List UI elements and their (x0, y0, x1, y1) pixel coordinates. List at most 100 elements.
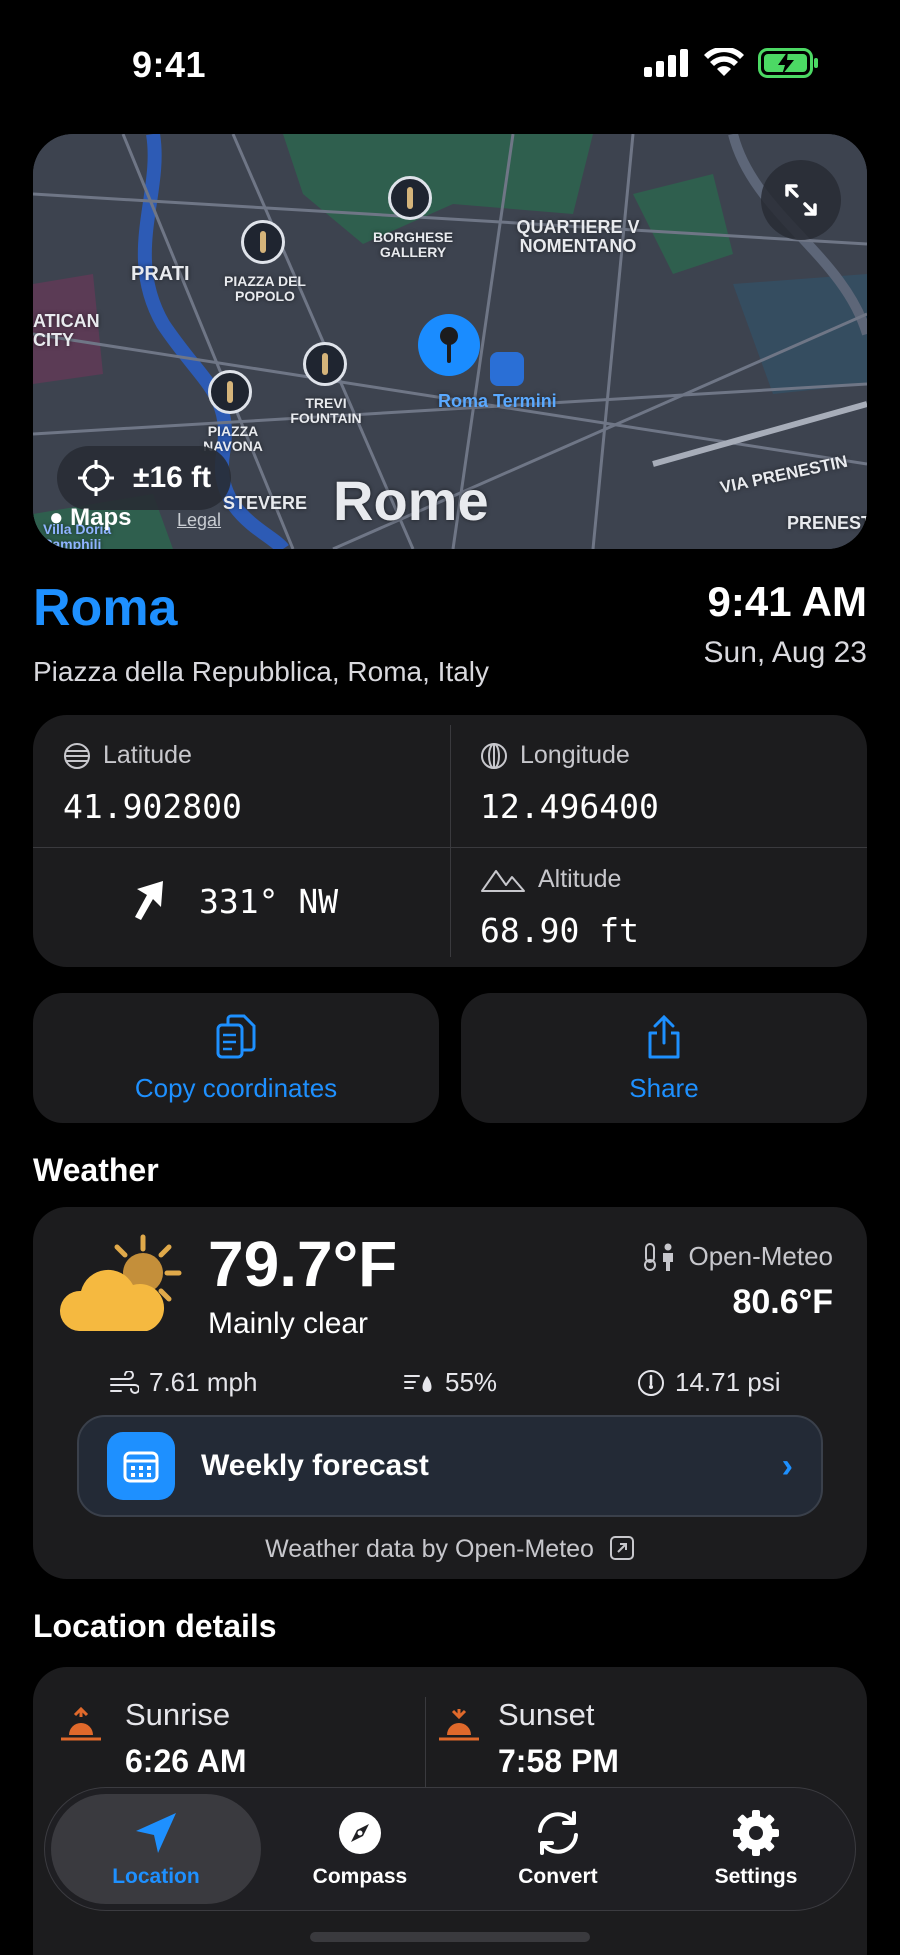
weekly-forecast-button[interactable]: Weekly forecast › (77, 1415, 823, 1517)
map-label-trevi: TREVI FOUNTAIN (290, 395, 362, 426)
map-poi-piazza-del-popolo[interactable] (241, 220, 285, 264)
sunset-label: Sunset (498, 1697, 595, 1732)
map-poi-navona[interactable] (208, 370, 252, 414)
longitude-icon (481, 742, 507, 769)
weather-provider-name: Open-Meteo (688, 1241, 833, 1271)
map-label-prati: PRATI (131, 263, 190, 285)
battery-charging-icon (758, 48, 818, 78)
tab-compass-label: Compass (312, 1865, 408, 1888)
wind-metric: 7.61 mph (109, 1367, 257, 1398)
map-legal-link[interactable]: Legal (177, 510, 221, 531)
longitude-label: Longitude (480, 741, 630, 770)
maps-logo-label: Maps (70, 504, 132, 531)
location-map[interactable]: PRATI PIAZZA DEL POPOLO BORGHESE GALLERY… (33, 134, 867, 549)
sunrise-label: Sunrise (125, 1697, 231, 1732)
tab-bar: Location Compass Convert Settings (44, 1787, 856, 1911)
mountains-icon (481, 869, 525, 892)
tab-convert[interactable]: Convert (459, 1794, 657, 1904)
expand-map-button[interactable] (761, 160, 841, 240)
latitude-value[interactable]: 41.902800 (63, 787, 242, 826)
map-label-vatican: ATICAN CITY (33, 311, 100, 350)
coordinates-card: Latitude 41.902800 Longitude 12.496400 3… (33, 715, 867, 967)
altitude-label-text: Altitude (538, 865, 622, 893)
copy-icon (216, 1014, 256, 1058)
status-bar: 9:41 (0, 0, 900, 130)
latitude-label-text: Latitude (103, 741, 192, 769)
humidity-value: 55% (445, 1367, 498, 1397)
pressure-metric: 14.71 psi (637, 1367, 781, 1398)
longitude-value[interactable]: 12.496400 (480, 787, 659, 826)
pressure-value: 14.71 psi (675, 1367, 781, 1397)
tab-settings-label: Settings (714, 1865, 798, 1888)
map-label-quartiere: QUARTIERE V NOMENTANO (516, 217, 640, 256)
sunrise-icon (61, 1707, 101, 1741)
tab-compass[interactable]: Compass (261, 1794, 459, 1904)
altitude-value[interactable]: 68.90 ft (480, 911, 639, 950)
tab-location[interactable]: Location (51, 1794, 261, 1904)
longitude-label-text: Longitude (520, 741, 630, 769)
status-icons (644, 48, 820, 78)
external-link-icon (609, 1536, 634, 1560)
share-button[interactable]: Share (461, 993, 867, 1123)
map-label-trastevere: STEVERE (223, 493, 308, 513)
compass-icon (338, 1812, 381, 1854)
status-time: 9:41 (132, 44, 207, 85)
divider (450, 725, 451, 957)
temperature: 79.7°F (208, 1228, 398, 1300)
convert-arrows-icon (537, 1811, 578, 1855)
weather-card: 79.7°F Mainly clear Open-Meteo 80.6°F 7.… (33, 1207, 867, 1579)
weather-section-title: Weather (33, 1152, 159, 1188)
city-name: Roma (33, 579, 178, 637)
train-station-icon (490, 352, 524, 386)
address: Piazza della Repubblica, Roma, Italy (33, 656, 490, 687)
map-label-city: Rome (333, 469, 489, 532)
humidity-icon (404, 1374, 432, 1392)
weather-attribution-link[interactable]: Weather data by Open-Meteo (33, 1535, 867, 1564)
map-label-termini: Roma Termini (438, 391, 557, 411)
humidity-metric: 55% (403, 1367, 497, 1398)
map-label-piazza-del-popolo: PIAZZA DEL POPOLO (224, 273, 306, 304)
feels-like-icon (644, 1242, 674, 1271)
cellular-signal-icon (644, 49, 688, 77)
expand-icon (785, 184, 817, 216)
partly-cloudy-icon (59, 1234, 182, 1331)
tab-settings[interactable]: Settings (657, 1794, 855, 1904)
map-poi-trevi[interactable] (303, 342, 347, 386)
chevron-right-icon: › (781, 1446, 793, 1485)
location-arrow-icon (135, 1813, 176, 1853)
heading-value: 331° NW (199, 882, 339, 921)
crosshair-icon (78, 460, 114, 496)
copy-coordinates-button[interactable]: Copy coordinates (33, 993, 439, 1123)
sunrise-value: 6:26 AM (125, 1743, 247, 1779)
wifi-icon (704, 48, 744, 76)
divider (33, 847, 867, 848)
feels-like-temp: 80.6°F (732, 1283, 833, 1321)
accuracy-pill[interactable]: ±16 ft (57, 446, 232, 510)
divider (425, 1697, 426, 1787)
heading-arrow-icon (135, 881, 163, 920)
local-date: Sun, Aug 23 (703, 636, 867, 669)
map-label-borghese: BORGHESE GALLERY (372, 229, 454, 260)
apple-icon: ● (49, 504, 64, 531)
weekly-forecast-label: Weekly forecast (201, 1449, 429, 1482)
copy-coordinates-label: Copy coordinates (134, 1072, 338, 1103)
map-label-prenest: PRENEST (787, 513, 867, 533)
latitude-label: Latitude (63, 741, 192, 770)
altitude-label: Altitude (480, 865, 621, 894)
wind-value: 7.61 mph (149, 1367, 258, 1397)
share-label: Share (629, 1072, 699, 1103)
gear-icon (732, 1810, 779, 1856)
home-indicator (310, 1932, 590, 1942)
calendar-icon (107, 1432, 175, 1500)
map-poi-borghese[interactable] (388, 176, 432, 220)
tab-convert-label: Convert (518, 1865, 598, 1888)
maps-logo: ● Maps (49, 504, 132, 532)
condition: Mainly clear (208, 1307, 369, 1340)
gauge-icon (638, 1369, 664, 1396)
accuracy-value: ±16 ft (133, 461, 212, 494)
current-location-pin[interactable] (418, 314, 480, 376)
share-icon (648, 1014, 680, 1058)
pin-icon (440, 327, 458, 363)
sunset-value: 7:58 PM (498, 1743, 619, 1779)
weather-provider: Open-Meteo (642, 1241, 833, 1272)
